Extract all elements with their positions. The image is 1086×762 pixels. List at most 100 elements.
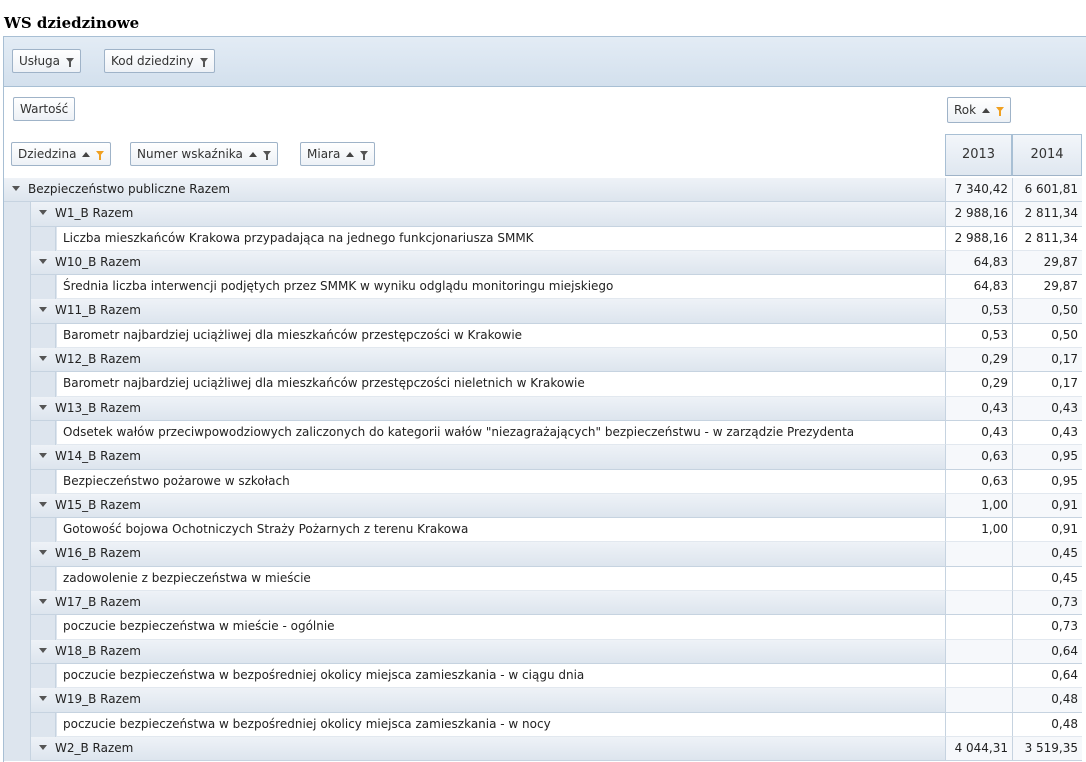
value-cell-2014: 0,64 (1012, 663, 1082, 689)
value-cell-2013: 0,63 (945, 445, 1012, 470)
collapse-chevron-icon[interactable] (39, 453, 47, 459)
row-header[interactable]: W19_B Razem (31, 688, 945, 713)
collapse-chevron-icon[interactable] (39, 210, 47, 216)
row-header[interactable]: W12_B Razem (31, 348, 945, 373)
row-field-dziedzina-button[interactable]: Dziedzina (11, 142, 112, 166)
row-header: zadowolenie z bezpieczeństwa w mieście (56, 566, 945, 592)
filter-funnel-icon[interactable] (66, 58, 75, 67)
row-label: Barometr najbardziej uciążliwej dla mies… (63, 327, 523, 342)
row-label: W15_B Razem (55, 497, 141, 512)
value-cell-2013: 0,29 (945, 348, 1012, 373)
value-cell-2013: 0,43 (945, 420, 1012, 446)
row-header: Odsetek wałów przeciwpowodziowych zalicz… (56, 420, 945, 446)
row-header[interactable]: W18_B Razem (31, 639, 945, 664)
row-indent (4, 688, 31, 713)
filter-usluga-label: Usługa (19, 54, 61, 68)
column-header-2014[interactable]: 2014 (1012, 134, 1082, 176)
value-cell-2014: 0,17 (1012, 372, 1082, 397)
row-indent (31, 323, 56, 349)
sort-ascending-icon[interactable] (82, 152, 91, 157)
row-label: Bezpieczeństwo publiczne Razem (28, 182, 231, 196)
row-header[interactable]: W17_B Razem (31, 591, 945, 616)
value-cell-2013: 0,53 (945, 299, 1012, 324)
data-field-button[interactable]: Wartość (13, 97, 76, 121)
collapse-chevron-icon[interactable] (39, 404, 47, 410)
row-header[interactable]: W1_B Razem (31, 202, 945, 227)
collapse-chevron-icon[interactable] (12, 186, 20, 191)
row-label: W10_B Razem (55, 254, 141, 269)
column-header-2013[interactable]: 2013 (945, 134, 1012, 176)
indicator-group-row: W12_B Razem 0,29 0,17 (4, 348, 1086, 373)
row-indent (4, 372, 31, 397)
row-indent (4, 615, 31, 640)
value-cell-2014: 0,48 (1012, 688, 1082, 713)
measure-row: Liczba mieszkańców Krakowa przypadająca … (4, 226, 1086, 251)
row-header[interactable]: W14_B Razem (31, 445, 945, 470)
sort-ascending-icon[interactable] (346, 152, 355, 157)
row-label: W17_B Razem (55, 595, 141, 610)
row-indent (4, 250, 31, 276)
collapse-chevron-icon[interactable] (39, 501, 47, 507)
row-indent (31, 226, 56, 251)
collapse-chevron-icon[interactable] (39, 307, 47, 313)
row-indent (4, 469, 31, 494)
row-header[interactable]: Bezpieczeństwo publiczne Razem (4, 178, 945, 203)
indicator-group-row: W14_B Razem 0,63 0,95 (4, 445, 1086, 470)
indicator-group-row: W18_B Razem 0,64 (4, 639, 1086, 664)
row-label: W2_B Razem (55, 740, 134, 755)
value-cell-2013: 0,43 (945, 396, 1012, 421)
pivot-rows: Bezpieczeństwo publiczne Razem 7 340,42 6 … (4, 178, 1086, 762)
collapse-chevron-icon[interactable] (39, 258, 47, 264)
filter-funnel-icon[interactable] (996, 107, 1005, 116)
row-field-numer-button[interactable]: Numer wskaźnika (130, 142, 278, 166)
row-header[interactable]: W15_B Razem (31, 493, 945, 519)
measure-row: poczucie bezpieczeństwa w mieście - ogól… (4, 615, 1086, 640)
collapse-chevron-icon[interactable] (39, 647, 47, 653)
row-header: Gotowość bojowa Ochotniczych Straży Poża… (56, 518, 945, 543)
indicator-group-row: W16_B Razem 0,45 (4, 542, 1086, 567)
sort-ascending-icon[interactable] (982, 108, 991, 113)
collapse-chevron-icon[interactable] (39, 550, 47, 556)
row-indent (4, 518, 31, 543)
value-cell-2014: 0,91 (1012, 493, 1082, 519)
filter-funnel-icon[interactable] (96, 151, 105, 160)
filter-funnel-icon[interactable] (262, 151, 271, 160)
value-cell-2013: 0,53 (945, 323, 1012, 349)
row-header: Liczba mieszkańców Krakowa przypadająca … (56, 226, 945, 251)
row-header[interactable]: W11_B Razem (31, 299, 945, 324)
collapse-chevron-icon[interactable] (39, 599, 47, 605)
row-indent (4, 226, 31, 251)
collapse-chevron-icon[interactable] (39, 696, 47, 702)
row-label: W18_B Razem (55, 643, 141, 658)
collapse-chevron-icon[interactable] (39, 356, 47, 362)
indicator-group-row: W10_B Razem 64,83 29,87 (4, 250, 1086, 276)
row-indent (4, 275, 31, 300)
value-cell-2014: 0,45 (1012, 566, 1082, 592)
value-cell-2013: 64,83 (945, 275, 1012, 300)
row-header[interactable]: W13_B Razem (31, 396, 945, 421)
collapse-chevron-icon[interactable] (39, 744, 47, 750)
indicator-group-row: W13_B Razem 0,43 0,43 (4, 396, 1086, 421)
row-header[interactable]: W10_B Razem (31, 250, 945, 276)
row-label: W13_B Razem (55, 400, 141, 415)
filter-funnel-icon[interactable] (360, 151, 369, 160)
filter-kod-button[interactable]: Kod dziedziny (104, 49, 215, 73)
row-header[interactable]: W2_B Razem (31, 736, 945, 762)
column-field-rok-button[interactable]: Rok (947, 97, 1012, 123)
row-label: W16_B Razem (55, 546, 141, 561)
filter-funnel-icon[interactable] (199, 58, 208, 67)
filter-usluga-button[interactable]: Usługa (12, 49, 82, 73)
indicator-group-row: W17_B Razem 0,73 (4, 591, 1086, 616)
row-header: Średnia liczba interwencji podjętych prz… (56, 275, 945, 300)
sort-ascending-icon[interactable] (248, 152, 257, 157)
row-header[interactable]: W16_B Razem (31, 542, 945, 567)
row-field-miara-button[interactable]: Miara (300, 142, 376, 166)
row-indent (4, 420, 31, 446)
filter-area: Usługa Kod dziedziny (4, 37, 1086, 87)
indicator-group-row: W11_B Razem 0,53 0,50 (4, 299, 1086, 324)
value-cell-2013 (945, 591, 1012, 616)
row-header: poczucie bezpieczeństwa w bezpośredniej … (56, 663, 945, 689)
row-indent (31, 469, 56, 494)
indicator-group-row: W19_B Razem 0,48 (4, 688, 1086, 713)
row-indent (4, 663, 31, 689)
